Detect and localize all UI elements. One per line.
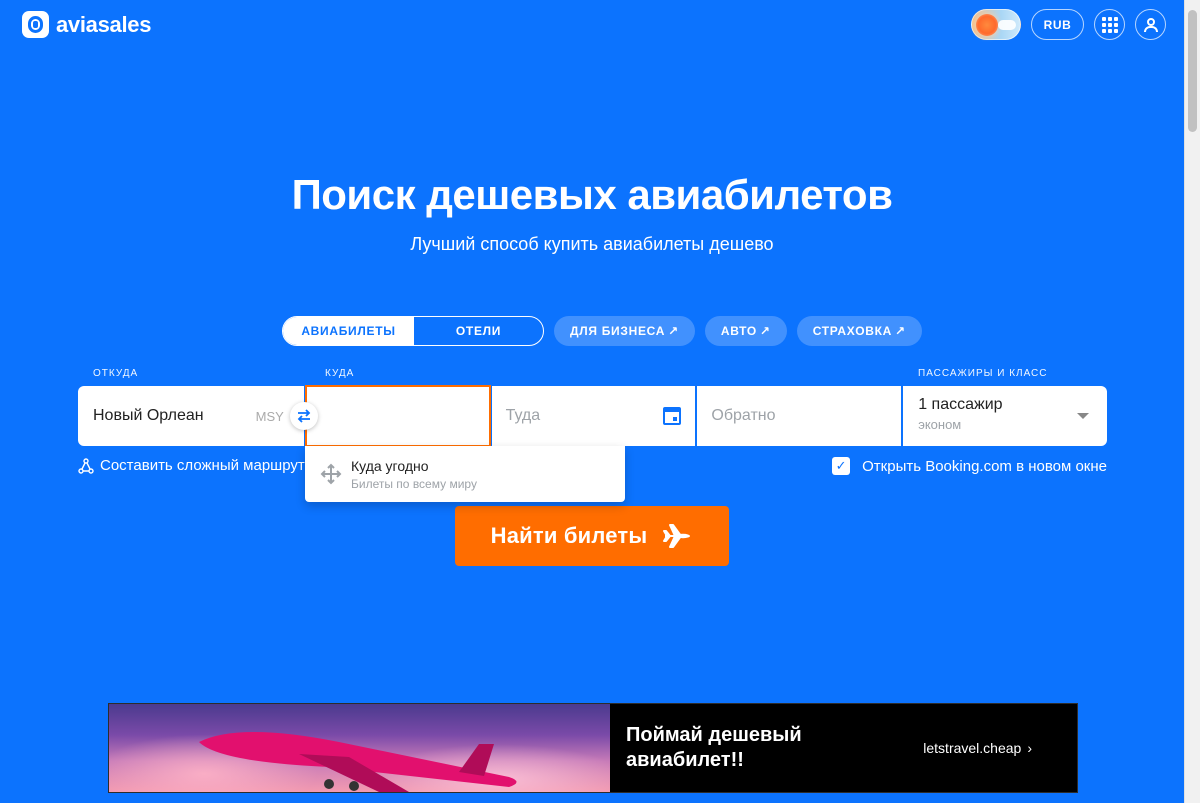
aviasales-logo[interactable]: aviasales [22,11,151,38]
external-arrow-icon: ↗ [894,324,906,338]
suggestion-title: Куда угодно [351,457,429,474]
tab-auto-label: АВТО [720,324,757,338]
booking-option[interactable]: ✓ Открыть Booking.com в новом окне [832,457,1107,475]
complex-route-label: Составить сложный маршрут [100,457,305,474]
banner-link[interactable]: letstravel.cheap › [923,740,1032,756]
tab-hotels[interactable]: ОТЕЛИ [414,317,543,345]
tab-business[interactable]: ДЛЯ БИЗНЕСА ↗ [554,316,695,346]
ad-banner[interactable]: Поймай дешевый авиабилет!! letstravel.ch… [108,703,1078,793]
external-arrow-icon: ↗ [668,324,679,338]
theme-toggle[interactable] [971,9,1021,40]
user-icon [1143,17,1158,32]
destination-input[interactable] [306,387,489,445]
airplane-icon [661,520,693,552]
origin-label: ОТКУДА [93,368,139,379]
calendar-icon[interactable] [663,407,682,425]
search-form: Новый Орлеан MSY Туда Обратно 1 пассажир… [78,385,1108,447]
origin-field[interactable]: Новый Орлеан MSY [78,386,304,446]
logo-text: aviasales [56,11,152,37]
apps-menu-button[interactable] [1094,9,1125,40]
scrollbar-thumb[interactable] [1188,10,1197,132]
tab-group: АВИАБИЛЕТЫ ОТЕЛИ [282,316,544,346]
return-date-placeholder: Обратно [711,407,776,424]
banner-image [109,704,610,792]
tab-insurance-label: СТРАХОВКА [812,324,892,338]
depart-date-field[interactable]: Туда [491,386,696,446]
suggestion-subtitle: Билеты по всему миру [351,476,477,491]
depart-date-placeholder: Туда [505,407,541,424]
origin-iata: MSY [255,408,284,424]
search-button[interactable]: Найти билеты [455,506,729,566]
logo-icon [22,11,49,38]
tab-auto[interactable]: АВТО ↗ [704,316,787,346]
cabin-class: эконом [918,417,962,432]
banner-title: Поймай дешевый авиабилет!! [626,724,802,771]
destination-field[interactable] [304,385,491,447]
route-icon [78,457,94,474]
grid-icon [1101,16,1118,33]
swap-button[interactable] [290,402,318,430]
complex-route-link[interactable]: Составить сложный маршрут [78,457,305,474]
tab-business-label: ДЛЯ БИЗНЕСА [570,324,666,338]
profile-button[interactable] [1135,9,1166,40]
banner-content: Поймай дешевый авиабилет!! letstravel.ch… [610,704,1077,792]
swap-icon [297,409,311,423]
page-scrollbar[interactable] [1184,0,1200,803]
external-arrow-icon: ↗ [759,324,771,338]
page-title: Поиск дешевых авиабилетов [291,171,893,218]
product-tabs: АВИАБИЛЕТЫ ОТЕЛИ ДЛЯ БИЗНЕСА ↗ АВТО ↗ СТ… [282,316,922,346]
anywhere-icon [319,462,343,486]
currency-button[interactable]: RUB [1031,9,1084,40]
tab-flights[interactable]: АВИАБИЛЕТЫ [283,317,414,345]
cloud-icon [998,20,1016,30]
banner-link-label: letstravel.cheap [923,740,1022,756]
passengers-label: ПАССАЖИРЫ И КЛАСС [918,368,1048,379]
tab-insurance[interactable]: СТРАХОВКА ↗ [796,316,922,346]
origin-city: Новый Орлеан [93,407,204,424]
passengers-field[interactable]: 1 пассажир эконом [903,386,1108,446]
header-actions: RUB [971,9,1166,40]
booking-checkbox[interactable]: ✓ [832,457,851,475]
chevron-right-icon: › [1027,740,1032,756]
booking-checkbox-label: Открыть Booking.com в новом окне [862,457,1107,475]
search-button-label: Найти билеты [490,523,648,548]
destination-suggestion[interactable]: Куда угодно Билеты по всему миру [305,446,625,502]
return-date-field[interactable]: Обратно [697,386,902,446]
chevron-down-icon [1077,413,1090,419]
sun-icon [976,14,998,36]
destination-label: КУДА [325,368,355,379]
page-subtitle: Лучший способ купить авиабилеты дешево [410,234,774,254]
passengers-count: 1 пассажир [918,396,1003,413]
suggestion-text: Куда угодно Билеты по всему миру [351,458,477,491]
